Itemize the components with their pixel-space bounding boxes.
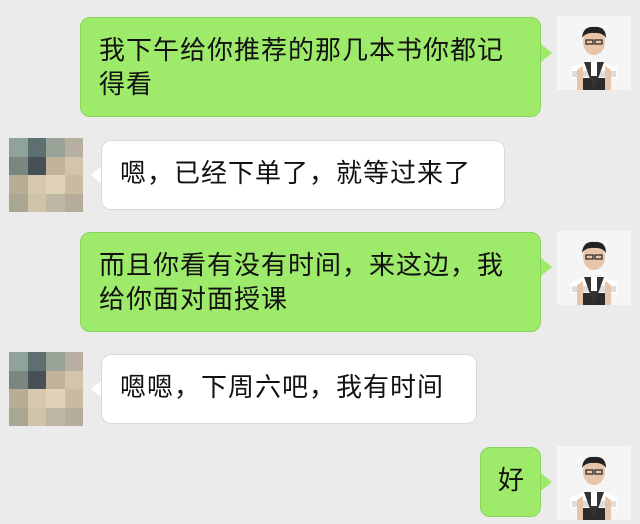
- message-bubble-sent[interactable]: 好: [480, 447, 541, 517]
- bubble-tail: [541, 44, 552, 62]
- message-text: 嗯，已经下单了，就等过来了: [120, 159, 472, 189]
- man-in-vest-avatar-icon: [557, 446, 631, 520]
- my-avatar[interactable]: [557, 16, 631, 90]
- message-text: 好: [498, 466, 526, 496]
- contact-avatar[interactable]: [9, 352, 83, 426]
- my-avatar[interactable]: [557, 231, 631, 305]
- message-text: 而且你看有没有时间，来这边，我给你面对面授课: [99, 251, 505, 315]
- contact-avatar[interactable]: [9, 138, 83, 212]
- message-bubble-received[interactable]: 嗯，已经下单了，就等过来了: [101, 140, 505, 210]
- message-text: 我下午给你推荐的那几本书你都记得看: [99, 36, 505, 100]
- man-in-vest-avatar-icon: [557, 16, 631, 90]
- man-in-vest-avatar-icon: [557, 231, 631, 305]
- message-bubble-sent[interactable]: 而且你看有没有时间，来这边，我给你面对面授课: [80, 232, 541, 332]
- message-bubble-received[interactable]: 嗯嗯，下周六吧，我有时间: [101, 354, 477, 424]
- bubble-tail: [541, 473, 552, 491]
- bubble-tail: [541, 258, 552, 276]
- message-text: 嗯嗯，下周六吧，我有时间: [120, 373, 445, 403]
- message-bubble-sent[interactable]: 我下午给你推荐的那几本书你都记得看: [80, 17, 541, 117]
- my-avatar[interactable]: [557, 446, 631, 520]
